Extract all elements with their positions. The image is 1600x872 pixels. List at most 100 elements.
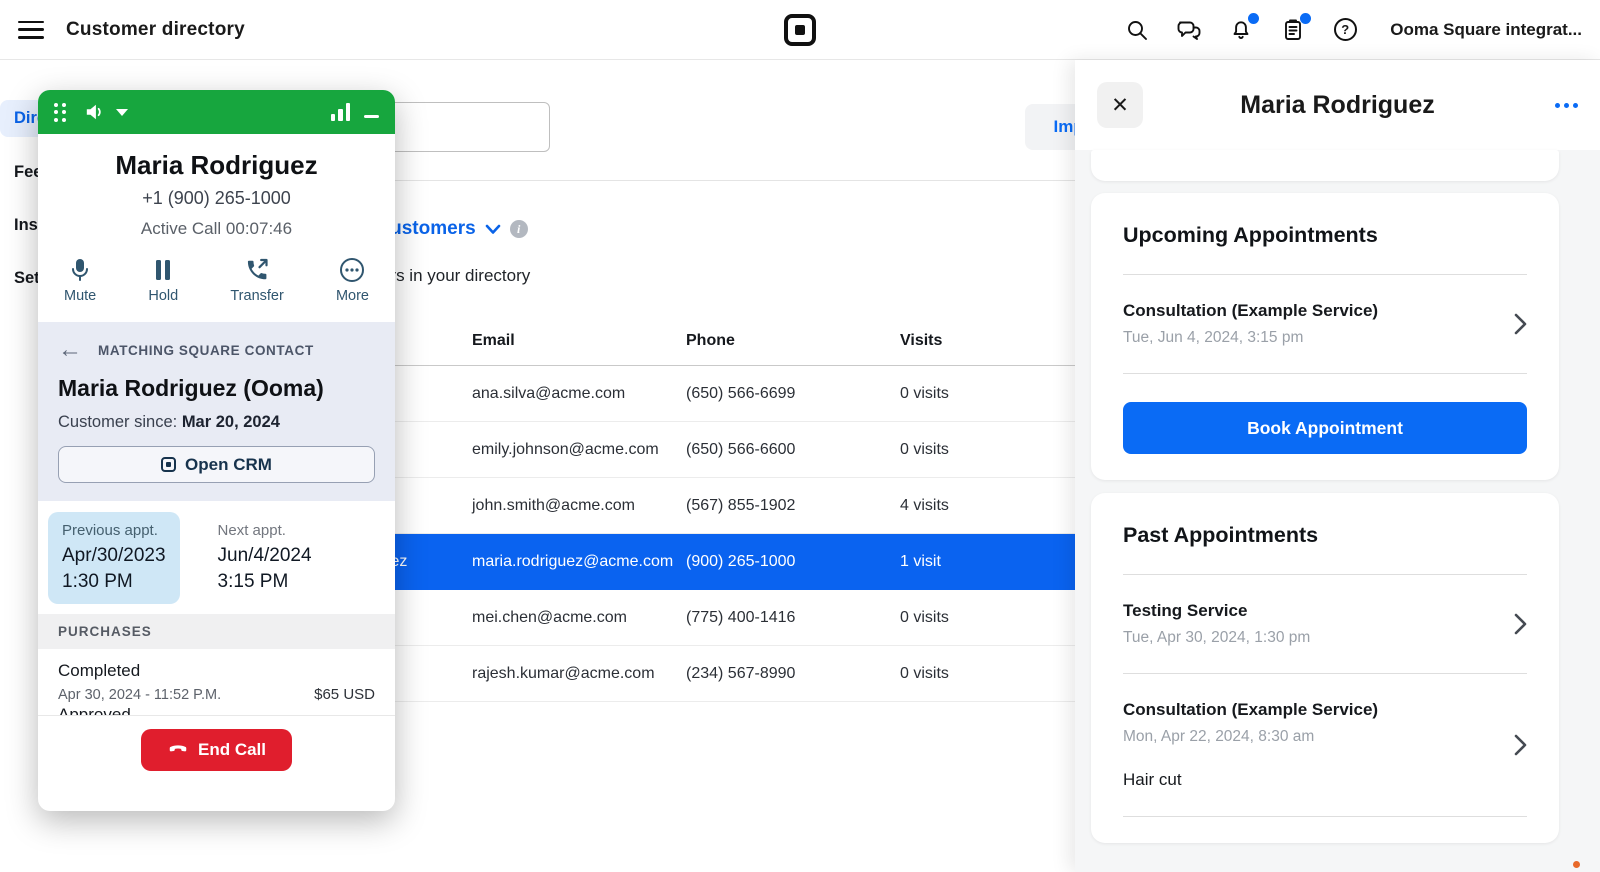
cell-phone: (900) 265-1000 bbox=[686, 553, 900, 571]
cell-visits: 1 visit bbox=[900, 553, 1090, 571]
header-email: Email bbox=[472, 332, 686, 350]
matching-contact-section: ← MATCHING SQUARE CONTACT Maria Rodrigue… bbox=[38, 322, 395, 501]
back-arrow-icon[interactable]: ← bbox=[58, 338, 82, 362]
square-mini-logo-icon bbox=[161, 457, 176, 472]
previous-appointment-date: Apr/30/2023 bbox=[62, 543, 166, 569]
cell-email: mei.chen@acme.com bbox=[472, 609, 686, 627]
appointment-item[interactable]: Testing Service Tue, Apr 30, 2024, 1:30 … bbox=[1123, 601, 1527, 647]
chevron-right-icon bbox=[1514, 734, 1527, 756]
cell-visits: 0 visits bbox=[900, 385, 1090, 403]
next-appointment-time: 3:15 PM bbox=[218, 569, 312, 595]
ellipsis-circle-icon bbox=[339, 257, 365, 283]
panel-header: ✕ Maria Rodriguez bbox=[1075, 60, 1600, 150]
close-icon[interactable]: ✕ bbox=[1097, 82, 1143, 128]
appointment-item[interactable]: Consultation (Example Service) Mon, Apr … bbox=[1123, 700, 1527, 790]
customer-detail-panel: ✕ Maria Rodriguez Upcoming Appointments … bbox=[1075, 60, 1600, 872]
book-appointment-button[interactable]: Book Appointment bbox=[1123, 402, 1527, 454]
call-widget-titlebar[interactable] bbox=[38, 90, 395, 134]
speaker-icon[interactable] bbox=[84, 102, 106, 122]
cell-email: emily.johnson@acme.com bbox=[472, 441, 686, 459]
hang-up-icon bbox=[167, 744, 189, 756]
corner-indicator-dot bbox=[1573, 861, 1580, 868]
bell-badge-dot bbox=[1248, 13, 1259, 24]
hamburger-menu-icon[interactable] bbox=[18, 21, 44, 39]
scrolled-card-partial bbox=[1091, 150, 1559, 181]
purchases-header: PURCHASES bbox=[38, 614, 395, 649]
chevron-down-icon bbox=[485, 224, 501, 235]
cell-email: maria.rodriguez@acme.com bbox=[472, 553, 686, 571]
cell-visits: 0 visits bbox=[900, 441, 1090, 459]
cell-email: rajesh.kumar@acme.com bbox=[472, 665, 686, 683]
minimize-icon[interactable] bbox=[364, 115, 379, 119]
call-actions: Mute Hold Transfer bbox=[64, 257, 369, 304]
cell-phone: (650) 566-6600 bbox=[686, 441, 900, 459]
appointment-note: Hair cut bbox=[1123, 770, 1514, 790]
header-actions: ? Ooma Square integrat... bbox=[1124, 17, 1582, 43]
more-button[interactable]: More bbox=[336, 257, 369, 304]
caller-name: Maria Rodriguez bbox=[38, 150, 395, 181]
next-appointment: Next appt. Jun/4/2024 3:15 PM bbox=[204, 512, 326, 604]
cell-visits: 0 visits bbox=[900, 609, 1090, 627]
purchase-item: Completed Apr 30, 2024 - 11:52 P.M. $65 … bbox=[38, 649, 395, 705]
notifications-bell-icon[interactable] bbox=[1228, 17, 1254, 43]
phone-transfer-icon bbox=[244, 257, 270, 283]
tasks-clipboard-icon[interactable] bbox=[1280, 17, 1306, 43]
messages-icon[interactable] bbox=[1176, 17, 1202, 43]
customer-since-label: Customer since: bbox=[58, 413, 177, 431]
purchase-datetime: Apr 30, 2024 - 11:52 P.M. bbox=[58, 687, 221, 703]
signal-strength-icon bbox=[331, 103, 351, 121]
page-title: Customer directory bbox=[66, 19, 245, 41]
customer-since: Customer since: Mar 20, 2024 bbox=[58, 413, 375, 432]
chevron-right-icon bbox=[1514, 313, 1527, 335]
cell-phone: (650) 566-6699 bbox=[686, 385, 900, 403]
hold-button[interactable]: Hold bbox=[148, 257, 178, 304]
cell-visits: 4 visits bbox=[900, 497, 1090, 515]
appointment-datetime: Mon, Apr 22, 2024, 8:30 am bbox=[1123, 728, 1514, 746]
contact-name: Maria Rodriguez (Ooma) bbox=[58, 375, 375, 402]
upcoming-appointments-title: Upcoming Appointments bbox=[1123, 223, 1527, 248]
cell-phone: (234) 567-8990 bbox=[686, 665, 900, 683]
matching-contact-title: MATCHING SQUARE CONTACT bbox=[98, 343, 314, 358]
cell-phone: (567) 855-1902 bbox=[686, 497, 900, 515]
cell-visits: 0 visits bbox=[900, 665, 1090, 683]
appointment-datetime: Tue, Apr 30, 2024, 1:30 pm bbox=[1123, 629, 1514, 647]
chevron-right-icon bbox=[1514, 613, 1527, 635]
customer-since-value: Mar 20, 2024 bbox=[182, 413, 280, 431]
pause-icon bbox=[152, 257, 174, 283]
appointment-datetime: Tue, Jun 4, 2024, 3:15 pm bbox=[1123, 329, 1514, 347]
more-options-icon[interactable] bbox=[1532, 103, 1578, 108]
mute-button[interactable]: Mute bbox=[64, 257, 96, 304]
cell-email: john.smith@acme.com bbox=[472, 497, 686, 515]
upcoming-appointments-card: Upcoming Appointments Consultation (Exam… bbox=[1091, 193, 1559, 480]
previous-appointment: Previous appt. Apr/30/2023 1:30 PM bbox=[48, 512, 180, 604]
purchase-item-clipped: Approved bbox=[38, 705, 395, 715]
header-phone: Phone bbox=[686, 332, 900, 350]
call-status: Active Call 00:07:46 bbox=[38, 219, 395, 239]
appointment-title: Consultation (Example Service) bbox=[1123, 301, 1514, 321]
appointment-title: Testing Service bbox=[1123, 601, 1514, 621]
search-icon[interactable] bbox=[1124, 17, 1150, 43]
previous-appointment-time: 1:30 PM bbox=[62, 569, 166, 595]
transfer-button[interactable]: Transfer bbox=[230, 257, 283, 304]
header-visits: Visits bbox=[900, 332, 1090, 350]
end-call-button[interactable]: End Call bbox=[141, 729, 292, 771]
square-logo-icon bbox=[784, 14, 816, 46]
help-icon[interactable]: ? bbox=[1332, 17, 1358, 43]
open-crm-button[interactable]: Open CRM bbox=[58, 446, 375, 483]
audio-device-caret-icon[interactable] bbox=[116, 109, 128, 116]
clipboard-badge-dot bbox=[1300, 13, 1311, 24]
microphone-icon bbox=[68, 257, 92, 283]
info-icon[interactable]: i bbox=[510, 220, 528, 238]
call-widget-footer: End Call bbox=[38, 715, 395, 811]
appointment-summary: Previous appt. Apr/30/2023 1:30 PM Next … bbox=[38, 501, 395, 614]
past-appointments-card: Past Appointments Testing Service Tue, A… bbox=[1091, 493, 1559, 843]
appointment-title: Consultation (Example Service) bbox=[1123, 700, 1514, 720]
cell-email: ana.silva@acme.com bbox=[472, 385, 686, 403]
caller-number: +1 (900) 265-1000 bbox=[38, 188, 395, 209]
purchase-amount: $65 USD bbox=[314, 686, 375, 703]
past-appointments-title: Past Appointments bbox=[1123, 523, 1527, 548]
cell-phone: (775) 400-1416 bbox=[686, 609, 900, 627]
account-name[interactable]: Ooma Square integrat... bbox=[1390, 20, 1582, 40]
appointment-item[interactable]: Consultation (Example Service) Tue, Jun … bbox=[1123, 301, 1527, 347]
drag-handle-icon[interactable] bbox=[54, 103, 66, 122]
